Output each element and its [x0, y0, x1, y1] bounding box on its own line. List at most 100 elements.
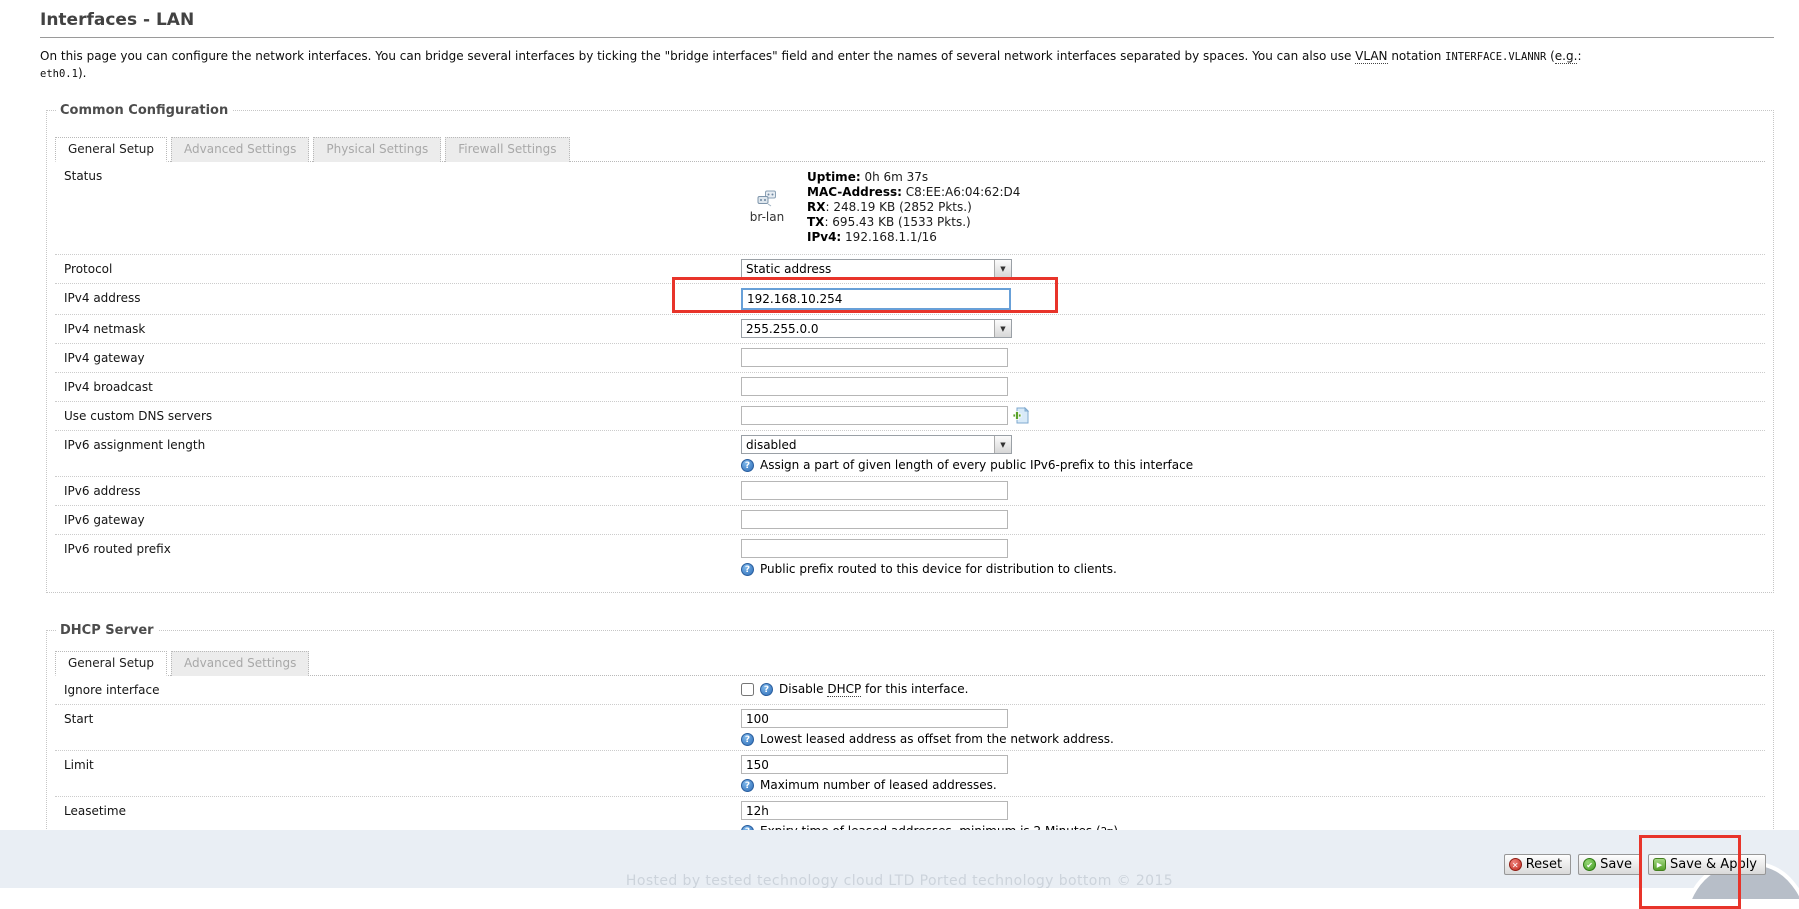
dhcp-start-input[interactable] [741, 709, 1008, 728]
tab-physical-settings[interactable]: Physical Settings [313, 137, 441, 162]
ipv4-address-row: IPv4 address [55, 283, 1765, 314]
ipv4-netmask-select[interactable]: 255.255.0.0 ▼ [741, 319, 1012, 338]
help-icon: ? [741, 779, 754, 792]
ipv6-routed-prefix-input[interactable] [741, 539, 1008, 558]
description-text-2: notation [1388, 49, 1446, 63]
ipv4-gateway-row: IPv4 gateway [55, 343, 1765, 372]
vlan-abbr: VLAN [1355, 49, 1387, 64]
status-rx: RX: 248.19 KB (2852 Pkts.) [807, 200, 1020, 215]
ignore-interface-checkbox[interactable] [741, 683, 754, 696]
dhcp-start-row: Start ? Lowest leased address as offset … [55, 704, 1765, 750]
status-row: Status br-lan [55, 162, 1765, 254]
dhcp-leasetime-input[interactable] [741, 801, 1008, 820]
dhcp-start-label: Start [55, 709, 741, 729]
ignore-interface-help: ? Disable DHCP for this interface. [760, 682, 968, 696]
ipv6-routed-prefix-row: IPv6 routed prefix ? Public prefix route… [55, 534, 1765, 580]
main-content: Interfaces - LAN On this page you can co… [0, 0, 1799, 855]
save-button[interactable]: ✔ Save [1578, 854, 1641, 875]
dhcp-server-legend: DHCP Server [56, 623, 158, 638]
reset-icon: ✕ [1509, 858, 1522, 871]
save-icon: ✔ [1583, 858, 1596, 871]
ipv6-assignment-row: IPv6 assignment length disabled ▼ ? Assi… [55, 430, 1765, 476]
ipv4-address-label: IPv4 address [55, 288, 741, 308]
help-icon: ? [741, 563, 754, 576]
common-config-tabs: General Setup Advanced Settings Physical… [55, 136, 1765, 162]
ipv4-broadcast-input[interactable] [741, 377, 1008, 396]
status-label: Status [55, 166, 741, 186]
description-text-5: ). [78, 66, 87, 80]
action-buttons: ✕ Reset ✔ Save ▶ Save & Apply [1504, 854, 1766, 875]
dhcp-limit-help: ? Maximum number of leased addresses. [741, 778, 1765, 792]
help-icon: ? [760, 683, 773, 696]
ipv6-gateway-input[interactable] [741, 510, 1008, 529]
ipv6-address-row: IPv6 address [55, 476, 1765, 505]
dhcp-tab-advanced-settings[interactable]: Advanced Settings [171, 651, 309, 676]
chevron-down-icon: ▼ [994, 436, 1011, 453]
interface-badge: br-lan [741, 190, 793, 245]
interface-name: br-lan [741, 210, 793, 224]
common-configuration-section: Common Configuration General Setup Advan… [46, 103, 1774, 593]
description-text-3: ( [1546, 49, 1555, 63]
dhcp-limit-label: Limit [55, 755, 741, 775]
description-text-1: On this page you can configure the netwo… [40, 49, 1355, 63]
ipv4-broadcast-row: IPv4 broadcast [55, 372, 1765, 401]
ipv6-gateway-label: IPv6 gateway [55, 510, 741, 530]
add-entry-icon[interactable] [1012, 407, 1029, 424]
interface-status-details: Uptime: 0h 6m 37s MAC-Address: C8:EE:A6:… [807, 170, 1020, 245]
ignore-interface-row: Ignore interface ? Disable DHCP for this… [55, 676, 1765, 704]
ipv6-routed-prefix-help: ? Public prefix routed to this device fo… [741, 562, 1765, 576]
dhcp-limit-input[interactable] [741, 755, 1008, 774]
ipv4-address-input[interactable] [741, 288, 1011, 310]
status-uptime: Uptime: 0h 6m 37s [807, 170, 1020, 185]
ipv6-gateway-row: IPv6 gateway [55, 505, 1765, 534]
chevron-down-icon: ▼ [994, 320, 1011, 337]
help-icon: ? [741, 733, 754, 746]
dhcp-abbr: DHCP [827, 682, 861, 697]
description-text-4: : [1577, 49, 1581, 63]
status-tx: TX: 695.43 KB (1533 Pkts.) [807, 215, 1020, 230]
ipv6-routed-prefix-label: IPv6 routed prefix [55, 539, 741, 559]
help-icon: ? [741, 459, 754, 472]
protocol-select[interactable]: Static address ▼ [741, 259, 1012, 278]
dhcp-tabs: General Setup Advanced Settings [55, 650, 1765, 676]
custom-dns-row: Use custom DNS servers [55, 401, 1765, 430]
protocol-row: Protocol Static address ▼ [55, 254, 1765, 283]
eg-abbr: e.g. [1555, 49, 1578, 64]
ipv6-address-input[interactable] [741, 481, 1008, 500]
vlan-example-code: eth0.1 [40, 68, 78, 80]
common-configuration-legend: Common Configuration [56, 103, 232, 118]
ignore-interface-label: Ignore interface [55, 680, 741, 700]
ipv6-address-label: IPv6 address [55, 481, 741, 501]
ipv6-assignment-help: ? Assign a part of given length of every… [741, 458, 1765, 472]
ipv4-broadcast-label: IPv4 broadcast [55, 377, 741, 397]
tab-general-setup[interactable]: General Setup [55, 137, 167, 162]
ipv4-gateway-label: IPv4 gateway [55, 348, 741, 368]
ipv6-assignment-select[interactable]: disabled ▼ [741, 435, 1012, 454]
status-mac-address: MAC-Address: C8:EE:A6:04:62:D4 [807, 185, 1020, 200]
custom-dns-input[interactable] [741, 406, 1008, 425]
dhcp-start-help: ? Lowest leased address as offset from t… [741, 732, 1765, 746]
reset-button[interactable]: ✕ Reset [1504, 854, 1571, 875]
custom-dns-label: Use custom DNS servers [55, 406, 741, 426]
bottom-bar: Hosted by tested technology cloud LTD Po… [0, 830, 1799, 888]
dhcp-leasetime-label: Leasetime [55, 801, 741, 821]
protocol-label: Protocol [55, 259, 741, 279]
tab-firewall-settings[interactable]: Firewall Settings [445, 137, 569, 162]
apply-icon: ▶ [1653, 858, 1666, 871]
save-apply-button[interactable]: ▶ Save & Apply [1648, 854, 1766, 875]
ipv4-netmask-row: IPv4 netmask 255.255.0.0 ▼ [55, 314, 1765, 343]
vlan-notation-code: INTERFACE.VLANNR [1445, 51, 1546, 63]
bridge-interface-icon [756, 196, 778, 210]
ipv4-netmask-label: IPv4 netmask [55, 319, 741, 339]
ipv6-assignment-label: IPv6 assignment length [55, 435, 741, 455]
tab-advanced-settings[interactable]: Advanced Settings [171, 137, 309, 162]
page-description: On this page you can configure the netwo… [40, 48, 1774, 82]
dhcp-server-section: DHCP Server General Setup Advanced Setti… [46, 623, 1774, 855]
footer-text: Hosted by tested technology cloud LTD Po… [0, 873, 1799, 889]
dhcp-limit-row: Limit ? Maximum number of leased address… [55, 750, 1765, 796]
page-title: Interfaces - LAN [40, 8, 1774, 38]
chevron-down-icon: ▼ [994, 260, 1011, 277]
status-ipv4: IPv4: 192.168.1.1/16 [807, 230, 1020, 245]
dhcp-tab-general-setup[interactable]: General Setup [55, 651, 167, 676]
ipv4-gateway-input[interactable] [741, 348, 1008, 367]
